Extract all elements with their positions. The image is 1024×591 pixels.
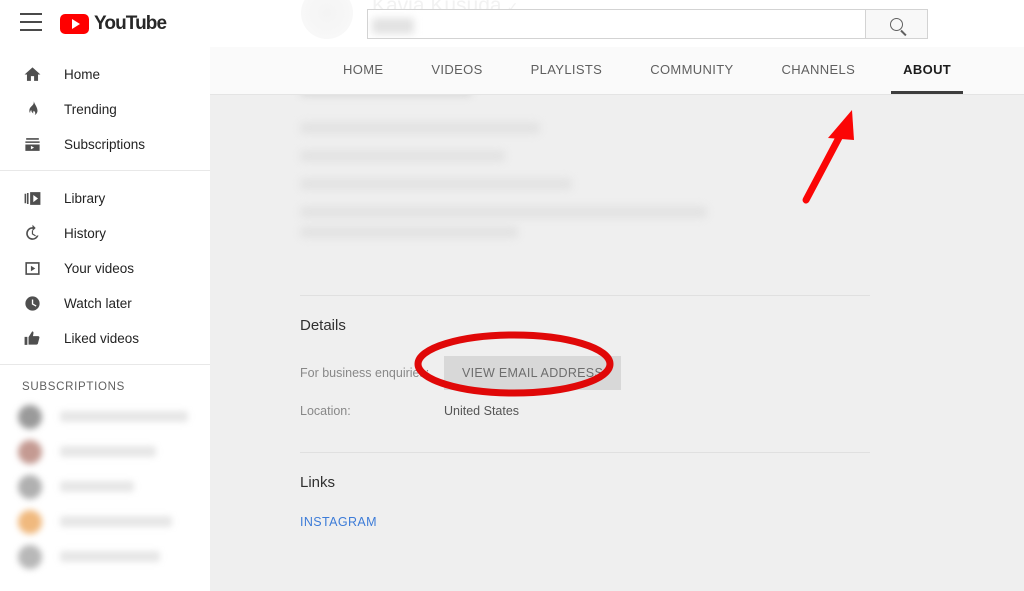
tab-videos[interactable]: VIDEOS [407, 44, 506, 94]
sidebar-item-label: History [64, 226, 107, 241]
avatar [18, 544, 42, 569]
links-title: Links [300, 474, 336, 491]
avatar [18, 439, 42, 464]
divider [300, 452, 870, 453]
channel-tab-bar: HOME VIDEOS PLAYLISTS COMMUNITY CHANNELS… [210, 44, 1024, 95]
business-enquiries-row: For business enquiries: VIEW EMAIL ADDRE… [300, 356, 870, 390]
sidebar-item-library[interactable]: Library [0, 181, 210, 216]
sidebar-item-your-videos[interactable]: Your videos [0, 251, 210, 286]
top-bar: YouTube Kavia Kusuda✓ [0, 0, 1024, 47]
links-list: INSTAGRAM [300, 513, 870, 531]
list-item[interactable] [18, 469, 210, 504]
sidebar-primary-group: Home Trending Subscriptions [0, 47, 210, 170]
links-section: Links INSTAGRAM [300, 474, 870, 531]
tab-about[interactable]: ABOUT [879, 44, 975, 94]
list-item[interactable] [18, 504, 210, 539]
list-item-label-redacted [60, 516, 172, 527]
search-icon [890, 17, 903, 31]
tab-label: COMMUNITY [650, 61, 734, 77]
tab-home[interactable]: HOME [319, 44, 407, 94]
sidebar-item-label: Library [64, 191, 106, 206]
channel-content-panel: HOME VIDEOS PLAYLISTS COMMUNITY CHANNELS… [210, 0, 1024, 591]
tab-channels[interactable]: CHANNELS [758, 44, 880, 94]
home-icon [22, 65, 42, 85]
search-bar [367, 9, 928, 39]
links-divider-wrap [300, 452, 870, 453]
details-title: Details [300, 317, 346, 334]
business-enquiries-label: For business enquiries: [300, 366, 430, 380]
sidebar-item-label: Liked videos [64, 331, 140, 346]
sidebar-item-liked-videos[interactable]: Liked videos [0, 321, 210, 356]
sidebar-item-home[interactable]: Home [0, 57, 210, 92]
about-tab-content: Details For business enquiries: VIEW EMA… [210, 84, 1024, 591]
sidebar-item-history[interactable]: History [0, 216, 210, 251]
location-row: Location: United States [300, 404, 870, 418]
description-line-redacted [300, 122, 540, 134]
details-section: Details For business enquiries: VIEW EMA… [300, 317, 870, 418]
avatar [18, 509, 42, 534]
view-email-address-button[interactable]: VIEW EMAIL ADDRESS [444, 356, 622, 390]
subscriptions-icon [22, 135, 42, 155]
description-line-redacted [300, 226, 518, 238]
divider [300, 295, 870, 296]
trending-flame-icon [22, 100, 42, 120]
avatar [18, 404, 42, 429]
channel-search-button[interactable] [1015, 44, 1024, 94]
watch-later-clock-icon [22, 294, 42, 314]
thumbs-up-icon [22, 329, 42, 349]
search-input[interactable] [367, 9, 865, 39]
channel-tabs: HOME VIDEOS PLAYLISTS COMMUNITY CHANNELS… [319, 44, 975, 94]
sidebar-item-label: Trending [64, 102, 117, 117]
description-line-redacted [300, 150, 505, 162]
location-label: Location: [300, 404, 351, 418]
hamburger-line [20, 21, 42, 23]
sidebar-item-label: Watch later [64, 296, 132, 311]
tab-label: VIDEOS [431, 61, 483, 77]
sidebar-secondary-group: Library History Your videos Watch later [0, 171, 210, 364]
list-item-label-redacted [60, 446, 156, 457]
tab-label: HOME [343, 61, 384, 77]
sidebar-item-watch-later[interactable]: Watch later [0, 286, 210, 321]
subscriptions-list [0, 399, 210, 574]
list-item-label-redacted [60, 481, 134, 492]
channel-description-redacted [300, 84, 920, 254]
sidebar-item-subscriptions[interactable]: Subscriptions [0, 127, 210, 162]
left-sidebar: Home Trending Subscriptions Library Hist… [0, 47, 210, 591]
list-item[interactable] [18, 434, 210, 469]
description-line-redacted [300, 206, 707, 218]
location-value: United States [444, 404, 520, 418]
details-divider-wrap [300, 295, 870, 296]
hamburger-menu-icon[interactable] [20, 13, 42, 31]
your-videos-icon [22, 259, 42, 279]
youtube-play-icon [60, 14, 89, 34]
youtube-logo[interactable]: YouTube [60, 13, 167, 35]
list-item-label-redacted [60, 551, 160, 562]
sidebar-item-label: Home [64, 67, 101, 82]
search-submit-button[interactable] [865, 9, 928, 39]
sidebar-item-label: Your videos [64, 261, 135, 276]
link-instagram[interactable]: INSTAGRAM [300, 515, 377, 529]
tab-label: ABOUT [903, 61, 952, 77]
channel-avatar-ghost [301, 0, 353, 39]
tab-playlists[interactable]: PLAYLISTS [507, 44, 627, 94]
list-item[interactable] [18, 539, 210, 574]
subscriptions-section-header: SUBSCRIPTIONS [22, 381, 126, 393]
library-icon [22, 189, 42, 209]
youtube-logo-text: YouTube [94, 13, 167, 34]
search-input-value-redacted [372, 18, 414, 34]
history-clock-icon [22, 224, 42, 244]
tab-label: PLAYLISTS [530, 61, 603, 77]
youtube-channel-about-page: YouTube Kavia Kusuda✓ Home [0, 0, 1024, 591]
list-item[interactable] [18, 399, 210, 434]
tab-label: CHANNELS [781, 61, 856, 77]
sidebar-item-trending[interactable]: Trending [0, 92, 210, 127]
hamburger-line [20, 13, 42, 15]
tab-community[interactable]: COMMUNITY [626, 44, 757, 94]
description-line-redacted [300, 178, 572, 190]
hamburger-line [20, 29, 42, 31]
sidebar-item-label: Subscriptions [64, 137, 146, 152]
list-item-label-redacted [60, 411, 188, 422]
avatar [18, 474, 42, 499]
